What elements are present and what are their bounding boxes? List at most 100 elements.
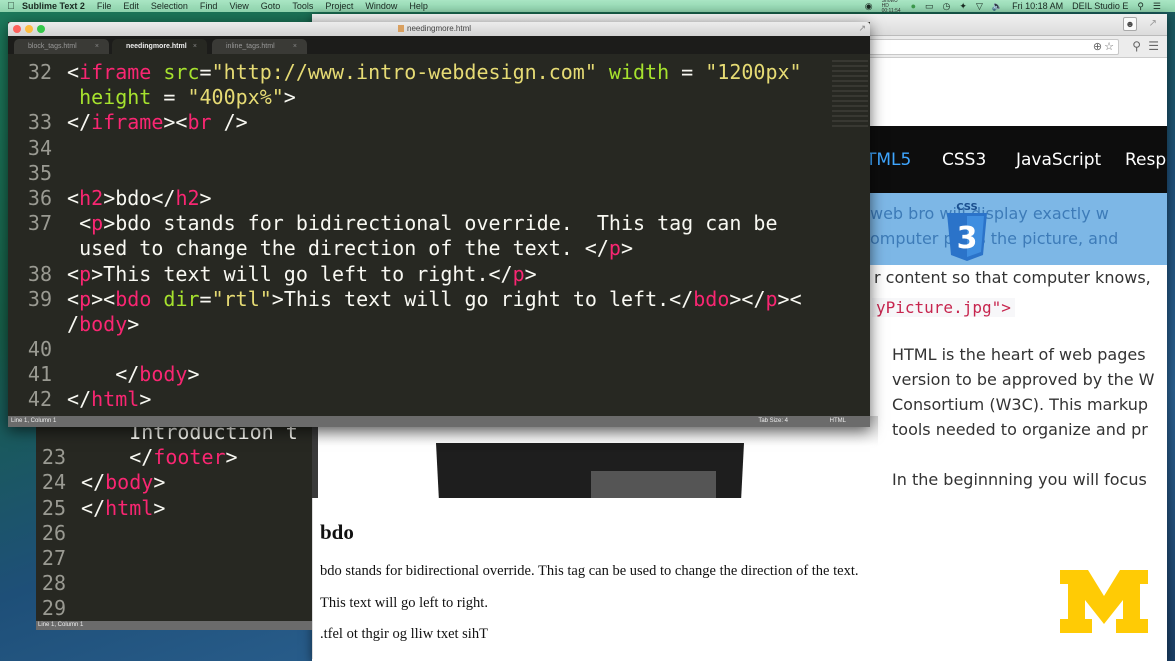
menu-edit[interactable]: Edit — [123, 1, 139, 11]
text-token: >< — [777, 286, 802, 311]
code-line[interactable]: 27 — [36, 546, 312, 571]
code-line[interactable]: 38 <p>This text will go left to right.</… — [8, 262, 830, 287]
code-line[interactable]: 42 </html> — [8, 387, 830, 412]
code-line[interactable]: height = "400px%"> — [8, 85, 830, 110]
menu-find[interactable]: Find — [200, 1, 218, 11]
line-number: 35 — [27, 160, 52, 185]
nav-javascript[interactable]: JavaScript — [1016, 150, 1101, 170]
user-name[interactable]: DEIL Studio E — [1072, 1, 1128, 11]
text-token: </ — [67, 362, 140, 387]
code-line[interactable]: 28 — [36, 571, 312, 596]
code-line[interactable]: 40 — [8, 337, 830, 362]
apple-icon[interactable]:  — [0, 1, 22, 12]
menu-tools[interactable]: Tools — [292, 1, 313, 11]
syntax-mode[interactable]: HTML — [830, 416, 846, 427]
string-token: "400px%" — [187, 85, 284, 110]
bdo-heading: bdo — [320, 520, 354, 544]
zoom-window-button[interactable] — [37, 25, 45, 33]
menu-window[interactable]: Window — [365, 1, 397, 11]
menu-project[interactable]: Project — [325, 1, 353, 11]
notification-center-icon[interactable]: ☰ — [1153, 1, 1161, 12]
volume-icon[interactable]: 🔈 — [992, 1, 1003, 12]
fullscreen-icon[interactable]: ↗ — [858, 23, 866, 34]
attr-token: dir — [163, 286, 200, 311]
airplay-icon[interactable]: ▭ — [925, 1, 934, 12]
back-code-area[interactable]: Introduction t 23 </footer> 24 </body> 25 <… — [36, 420, 312, 622]
profile-icon[interactable]: ☻ — [1123, 17, 1137, 31]
tab-size[interactable]: Tab Size: 4 — [758, 416, 788, 427]
line-number: 23 — [41, 445, 66, 470]
code-line[interactable]: 32 <iframe src="http://www.intro-webdesi… — [8, 60, 830, 85]
window-title: needingmore.html — [398, 24, 471, 33]
tag-token: body — [79, 311, 128, 336]
nav-css3[interactable]: CSS3 — [942, 150, 986, 170]
time-machine-icon[interactable]: ◷ — [943, 1, 951, 12]
code-line[interactable]: 34 — [8, 136, 830, 161]
tag-token: br — [187, 110, 212, 135]
menu-icon[interactable]: ☰ — [1148, 39, 1159, 53]
status-dot-icon: ● — [910, 1, 917, 11]
code-line[interactable]: 26 — [36, 521, 312, 546]
code-line[interactable]: 35 — [8, 161, 830, 186]
minimize-window-button[interactable] — [25, 25, 33, 33]
text-token: > — [187, 362, 200, 387]
nav-responsive[interactable]: Resp — [1125, 150, 1166, 170]
code-line[interactable]: 36 <h2>bdo</h2> — [8, 186, 830, 211]
window-title-text: needingmore.html — [407, 24, 472, 33]
code-line[interactable]: 23 </footer> — [36, 445, 312, 470]
code-line[interactable]: used to change the direction of the text… — [8, 236, 830, 261]
menu-file[interactable]: File — [97, 1, 112, 11]
code-line[interactable]: 37 <p>bdo stands for bidirectional overr… — [8, 211, 830, 236]
line-number: 29 — [41, 596, 66, 621]
code-line[interactable]: 41 </body> — [8, 362, 830, 387]
tab-needingmore[interactable]: needingmore.html × — [112, 39, 207, 54]
paragraph-line: tools needed to organize and pr — [892, 420, 1148, 439]
menu-view[interactable]: View — [229, 1, 248, 11]
code-line[interactable]: 33 </iframe><br /> — [8, 110, 830, 135]
text-token: > — [283, 85, 296, 110]
app-menu[interactable]: Sublime Text 2 — [22, 1, 85, 11]
code-line[interactable]: 25 </html> — [36, 496, 312, 521]
clock[interactable]: Fri 10:18 AM — [1012, 1, 1063, 11]
code-line[interactable]: 24 </body> — [36, 470, 312, 495]
menu-goto[interactable]: Goto — [261, 1, 281, 11]
spotlight-icon[interactable]: ⚲ — [1137, 1, 1144, 12]
code-line[interactable]: 29 — [36, 596, 312, 621]
tag-token: footer — [153, 445, 226, 470]
text-token: > — [225, 445, 238, 470]
text-token: >This text will go left to right.</ — [91, 261, 513, 286]
globe-icon[interactable]: ◉ — [865, 1, 873, 12]
ltr-paragraph: This text will go left to right. — [320, 595, 488, 611]
tag-token: p — [765, 286, 778, 311]
close-tab-icon[interactable]: × — [193, 43, 197, 50]
close-tab-icon[interactable]: × — [95, 43, 99, 50]
tab-block-tags[interactable]: block_tags.html × — [14, 39, 109, 54]
minimap[interactable] — [832, 60, 868, 130]
wifi-icon[interactable]: ▽ — [976, 1, 983, 12]
string-token: "1200px" — [705, 60, 802, 84]
close-window-button[interactable] — [13, 25, 21, 33]
fullscreen-icon[interactable]: ↗ — [1149, 18, 1157, 29]
bookmark-star-icon[interactable]: ☆ — [1104, 40, 1114, 53]
string-token: "rtl" — [211, 286, 272, 311]
code-line[interactable]: 39 <p><bdo dir="rtl">This text will go r… — [8, 287, 830, 312]
text-token: < — [67, 211, 92, 236]
code-line[interactable]: /body> — [8, 312, 830, 337]
close-tab-icon[interactable]: × — [293, 43, 297, 50]
nav-html5[interactable]: TML5 — [866, 150, 911, 170]
menu-help[interactable]: Help — [409, 1, 428, 11]
text-token: </ — [81, 445, 154, 470]
zoom-icon[interactable]: ⊕ — [1093, 40, 1102, 53]
tab-inline-tags[interactable]: inline_tags.html × — [212, 39, 307, 54]
tag-token: html — [105, 495, 154, 520]
tag-token: p — [79, 286, 92, 311]
extension-icon[interactable]: ⚲ — [1132, 39, 1141, 53]
bluetooth-icon[interactable]: ✦ — [959, 1, 967, 12]
menu-selection[interactable]: Selection — [151, 1, 188, 11]
string-token: "http://www.intro-webdesign.com" — [211, 60, 597, 84]
tag-token: iframe — [91, 110, 164, 135]
line-number: 26 — [41, 520, 66, 545]
code-area[interactable]: 32 <iframe src="http://www.intro-webdesi… — [8, 60, 830, 413]
text-token: > — [620, 236, 633, 261]
